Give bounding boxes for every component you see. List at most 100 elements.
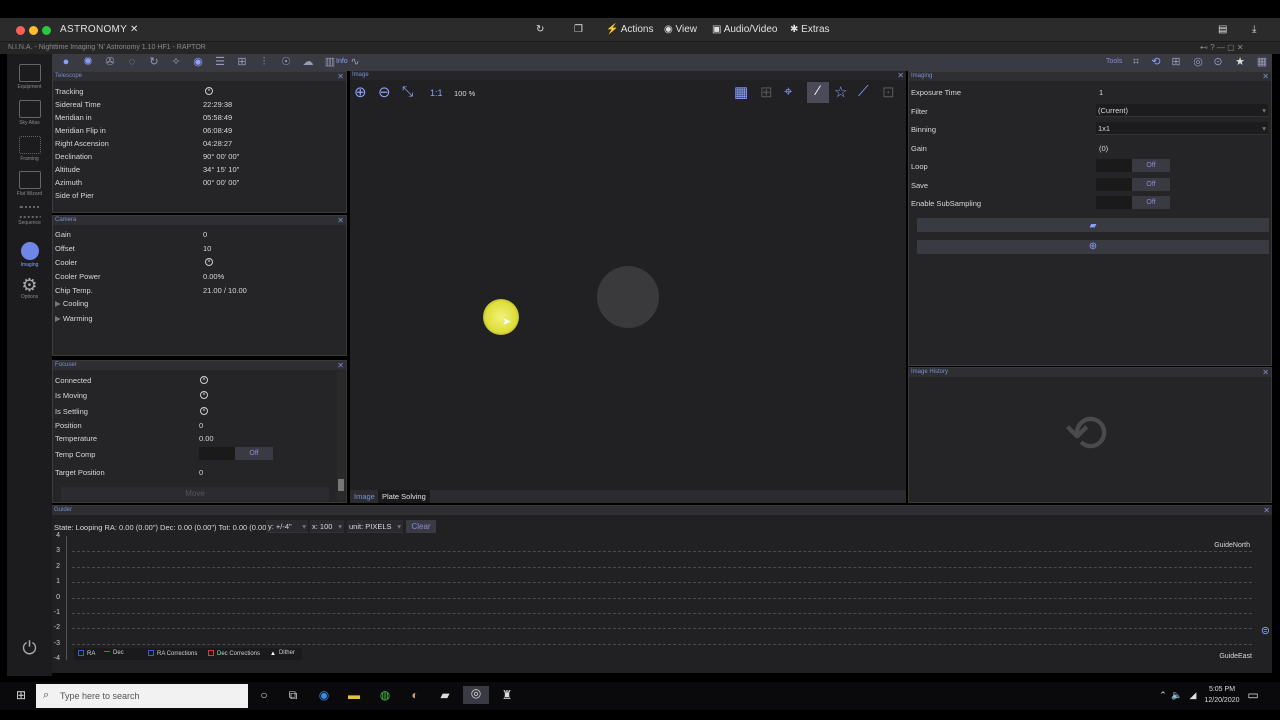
binning-select[interactable]: 1x1 ▾ (1096, 122, 1268, 135)
tab-image[interactable]: Image (354, 492, 375, 501)
edge-icon[interactable]: ◉ (317, 688, 331, 702)
windows-start-icon[interactable]: ⊞ (14, 688, 28, 702)
cooling-expander[interactable]: ▶ Cooling (55, 299, 88, 308)
sliders-icon[interactable]: ⫶ (258, 56, 270, 68)
refresh-icon[interactable]: ↻ (536, 24, 544, 35)
menu-audio-video[interactable]: ▣ Audio/Video (712, 24, 777, 35)
loop-toggle[interactable]: Off (1096, 159, 1170, 172)
tab-plate-solving[interactable]: Plate Solving (378, 490, 430, 503)
tools-label[interactable]: Tools (1106, 58, 1122, 65)
y-scale-select[interactable]: y: +/-4" ▾ (266, 520, 308, 533)
lightbulb-icon[interactable]: ☉ (280, 56, 292, 68)
app-brown-icon[interactable]: ◐ (408, 688, 422, 702)
telescope-app-icon[interactable]: ♜ (500, 688, 514, 702)
close-icon[interactable]: ✕ (337, 216, 344, 225)
warming-expander[interactable]: ▶ Warming (55, 314, 93, 323)
temp-comp-toggle[interactable]: Off (199, 447, 273, 460)
menu-view[interactable]: ◉ View (664, 24, 697, 35)
menu-extras[interactable]: ✱ Extras (790, 24, 830, 35)
power-icon[interactable]: ⏻ (7, 638, 52, 659)
nina-app-icon[interactable]: ◎ (463, 686, 489, 704)
cloud-icon[interactable]: ☁ (302, 56, 314, 68)
close-icon[interactable]: ✕ (1263, 506, 1270, 515)
chart-icon[interactable]: ∿ (346, 56, 364, 68)
seq-tool-icon[interactable]: ⌗ (1130, 56, 1142, 68)
live-view-button[interactable]: ⊕ (917, 240, 1269, 254)
camera-status-icon[interactable]: ● (60, 56, 72, 68)
minimize-dot-icon[interactable] (29, 26, 38, 35)
filter-select[interactable]: (Current) ▾ (1096, 104, 1268, 117)
stretch-icon[interactable]: ⊞ (760, 83, 773, 101)
maximize-dot-icon[interactable] (42, 26, 51, 35)
tool-icon[interactable]: ⊞ (1170, 56, 1182, 68)
fit-icon[interactable]: ⤡ (402, 83, 413, 100)
guide-tool-icon[interactable]: ◎ (1192, 56, 1204, 68)
legend-item[interactable]: RA (78, 650, 95, 657)
close-dot-icon[interactable] (16, 26, 25, 35)
zoom-in-icon[interactable]: ⊕ (354, 83, 367, 101)
polar-tool-icon[interactable]: ⊙ (1212, 56, 1224, 68)
app-green-icon[interactable]: ◍ (378, 688, 392, 702)
clear-button[interactable]: Clear (406, 520, 436, 533)
grid-icon[interactable]: ▦ (734, 83, 748, 101)
calc-tool-icon[interactable]: ▦ (1256, 56, 1268, 68)
close-icon[interactable]: ✕ (1262, 72, 1269, 81)
x-scale-select[interactable]: x: 100 ▾ (310, 520, 344, 533)
camera-app-icon[interactable]: ▰ (438, 688, 452, 702)
crosshair-icon[interactable]: ⌖ (784, 83, 792, 100)
telescope-status-icon[interactable]: ✇ (104, 56, 116, 68)
star-tool-icon[interactable]: ★ (1234, 56, 1246, 68)
nav-framing[interactable]: Framing (7, 136, 52, 162)
copy-menu-icon[interactable]: ❐ (574, 24, 583, 35)
move-button[interactable]: Move (61, 487, 329, 501)
focuser-scrollbar[interactable] (337, 371, 345, 501)
legend-item[interactable]: ▲ Dither (270, 650, 295, 657)
volume-icon[interactable]: 🔈 (1170, 688, 1184, 702)
menu-actions[interactable]: ⚡ Actions (606, 24, 653, 35)
switch-status-icon[interactable]: ◉ (192, 56, 204, 68)
close-icon[interactable]: ✕ (337, 361, 344, 370)
mute-icon[interactable]: ✕ (130, 24, 138, 35)
nav-sequence[interactable]: Sequence (7, 206, 52, 226)
nav-sky-atlas[interactable]: Sky Atlas (7, 100, 52, 126)
taskbar-date[interactable]: 12/20/2020 (1198, 697, 1246, 704)
star-detect-icon[interactable]: ☆ (834, 83, 847, 101)
capture-button[interactable]: ▰ (917, 218, 1269, 232)
task-view-icon[interactable]: ⧉ (286, 688, 300, 702)
download-icon[interactable]: ⤓ (1252, 24, 1256, 35)
dome-icon[interactable]: ⊞ (236, 56, 248, 68)
unit-select[interactable]: unit: PIXELS ▾ (347, 520, 403, 533)
sidebar-toggle-icon[interactable]: ▤ (1218, 24, 1227, 35)
flat-device-icon[interactable]: ☰ (214, 56, 226, 68)
legend-item[interactable]: Dec (104, 650, 124, 656)
scroll-handle-icon[interactable]: ⊜ (1261, 624, 1270, 637)
one-to-one-button[interactable]: 1:1 (430, 88, 443, 98)
crop-icon[interactable]: ⊡ (882, 83, 895, 101)
nav-flat-wizard[interactable]: Flat Wizard (7, 171, 52, 197)
window-controls[interactable]: ⊷ ? — ▢ ✕ (1200, 43, 1244, 52)
taskbar-time[interactable]: 5:05 PM (1202, 686, 1242, 693)
wand-icon[interactable]: ⁄ (807, 82, 829, 103)
close-icon[interactable]: ✕ (1262, 368, 1269, 377)
subsampling-toggle[interactable]: Off (1096, 196, 1170, 209)
file-explorer-icon[interactable]: ▬ (347, 688, 361, 702)
notification-icon[interactable]: ▭ (1246, 688, 1260, 702)
info-label[interactable]: Info (336, 58, 348, 65)
save-toggle[interactable]: Off (1096, 178, 1170, 191)
history-tool-icon[interactable]: ⟲ (1150, 56, 1162, 68)
exposure-input[interactable]: 1 (1099, 88, 1103, 97)
zoom-out-icon[interactable]: ⊖ (378, 83, 391, 101)
rotator-status-icon[interactable]: ↻ (148, 56, 160, 68)
focuser-status-icon[interactable]: ◌ (126, 56, 138, 68)
nav-imaging[interactable]: Imaging (7, 242, 52, 268)
legend-item[interactable]: RA Corrections (148, 650, 197, 657)
measure-icon[interactable]: ⟋ (858, 83, 869, 100)
tray-chevron-icon[interactable]: ⌃ (1156, 688, 1170, 702)
close-icon[interactable]: ✕ (897, 71, 904, 80)
guider-status-icon[interactable]: ✧ (170, 56, 182, 68)
legend-item[interactable]: Dec Corrections (208, 650, 260, 657)
nav-equipment[interactable]: Equipment (7, 64, 52, 90)
filterwheel-status-icon[interactable]: ✺ (82, 56, 94, 68)
gain-input[interactable]: (0) (1099, 144, 1108, 153)
close-icon[interactable]: ✕ (337, 72, 344, 81)
